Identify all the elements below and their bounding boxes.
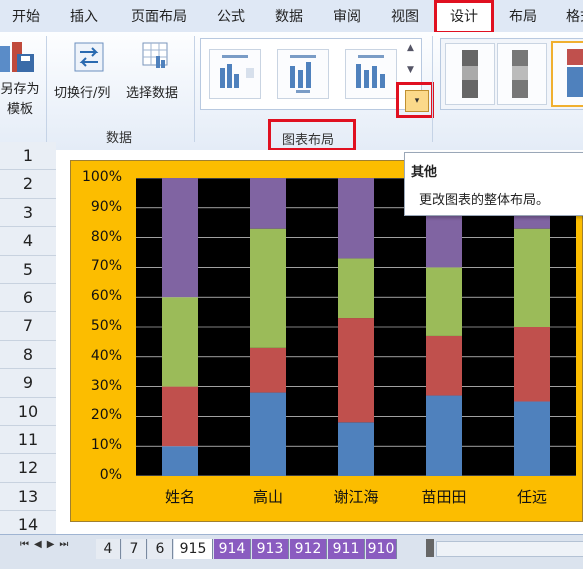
sheet-tab[interactable]: 912	[290, 539, 327, 559]
y-tick-label: 10%	[90, 437, 122, 454]
bar-segment[interactable]	[338, 422, 374, 476]
sheet-tab[interactable]: 913	[252, 539, 289, 559]
ribbon: 另存为 模板 切换行/列 选择数据 数据 ▲ ▼ ▾ 图表布局	[0, 32, 583, 151]
tab-page-layout[interactable]: 页面布局	[124, 0, 194, 32]
row-header[interactable]: 5	[0, 255, 56, 284]
y-tick-label: 50%	[90, 318, 122, 334]
row-header[interactable]: 11	[0, 426, 56, 455]
select-data-button[interactable]: 选择数据	[126, 82, 178, 101]
bar-segment[interactable]	[426, 267, 462, 336]
tab-review[interactable]: 审阅	[326, 0, 368, 32]
tab-view[interactable]: 视图	[384, 0, 426, 32]
chart-layout-1-thumbnail[interactable]	[209, 49, 261, 99]
tooltip-body: 更改图表的整体布局。	[419, 193, 550, 208]
y-tick-label: 60%	[90, 288, 122, 305]
plot-area[interactable]	[136, 177, 576, 477]
sheet-tab[interactable]: 915	[174, 539, 213, 559]
tab-format[interactable]: 格式	[560, 0, 583, 32]
bar-segment[interactable]	[162, 297, 198, 387]
y-tick-label: 80%	[90, 228, 122, 245]
sheet-tab[interactable]: 910	[366, 539, 397, 559]
switch-row-column-button[interactable]: 切换行/列	[54, 82, 110, 101]
y-tick-label: 30%	[90, 377, 122, 394]
row-header[interactable]: 3	[0, 198, 56, 228]
tab-formulas[interactable]: 公式	[210, 0, 252, 32]
gallery-scroll-up-icon[interactable]: ▲	[407, 43, 414, 53]
separator	[194, 36, 195, 142]
tab-design[interactable]: 设计	[434, 0, 494, 34]
bar-segment[interactable]	[338, 178, 374, 259]
row-header[interactable]: 8	[0, 340, 56, 370]
row-header[interactable]: 7	[0, 312, 56, 341]
x-category-label: 姓名	[164, 488, 195, 506]
bar-segment[interactable]	[250, 228, 286, 348]
data-group-label: 数据	[106, 131, 133, 146]
bar-segment[interactable]	[514, 401, 550, 477]
bar-segment[interactable]	[514, 327, 550, 402]
y-tick-label: 100%	[81, 169, 122, 185]
bar-segment[interactable]	[426, 395, 462, 476]
chart-style-3-thumbnail[interactable]	[551, 41, 583, 107]
horizontal-scrollbar[interactable]	[436, 541, 583, 557]
sheet-tab[interactable]: 911	[328, 539, 365, 559]
row-header[interactable]: 10	[0, 397, 56, 426]
bar-segment[interactable]	[514, 228, 550, 327]
tab-data[interactable]: 数据	[268, 0, 310, 32]
tooltip-title: 其他	[411, 165, 438, 180]
tab-insert[interactable]: 插入	[64, 0, 104, 32]
y-tick-label: 90%	[90, 198, 122, 215]
row-header[interactable]: 13	[0, 482, 56, 512]
chart-style-gallery	[440, 38, 583, 110]
chart-layout-3-thumbnail[interactable]	[345, 49, 397, 99]
row-header[interactable]: 2	[0, 170, 56, 199]
row-header[interactable]: 4	[0, 227, 56, 256]
bar-segment[interactable]	[250, 178, 286, 229]
y-tick-label: 40%	[90, 347, 122, 364]
save-template-icon	[0, 42, 34, 72]
gallery-scroll-down-icon[interactable]: ▼	[407, 65, 414, 75]
sheet-tab[interactable]: 7	[122, 539, 147, 559]
x-category-label: 苗田田	[421, 488, 467, 506]
separator	[432, 36, 433, 142]
separator	[46, 36, 47, 142]
bar-segment[interactable]	[250, 347, 286, 393]
chart-layout-gallery: ▲ ▼	[200, 38, 422, 110]
chart-style-1-thumbnail[interactable]	[445, 43, 495, 105]
select-data-icon	[142, 42, 168, 68]
tab-home[interactable]: 开始	[6, 0, 46, 32]
chart-layout-2-thumbnail[interactable]	[277, 49, 329, 99]
stacked-bar-chart	[136, 177, 576, 477]
more-layouts-highlight	[396, 82, 434, 118]
chart-layouts-highlight	[268, 119, 356, 151]
x-category-label: 高山	[252, 488, 283, 506]
x-category-label: 谢江海	[333, 488, 379, 506]
y-tick-label: 20%	[90, 407, 122, 424]
row-header[interactable]: 12	[0, 454, 56, 483]
bar-segment[interactable]	[162, 446, 198, 476]
tab-layout[interactable]: 布局	[502, 0, 544, 32]
bar-segment[interactable]	[338, 318, 374, 423]
bar-segment[interactable]	[162, 178, 198, 298]
row-header[interactable]: 1	[0, 142, 56, 171]
sheet-navigation-arrows-icon[interactable]: ⏮◀▶⏭	[20, 539, 73, 550]
bar-segment[interactable]	[426, 335, 462, 396]
save-as-template-button[interactable]: 另存为 模板	[0, 80, 40, 120]
sheet-tab[interactable]: 4	[96, 539, 121, 559]
y-tick-label: 0%	[99, 467, 122, 483]
row-header[interactable]: 9	[0, 369, 56, 398]
bar-segment[interactable]	[162, 386, 198, 447]
switch-row-column-icon	[74, 42, 104, 72]
bar-segment[interactable]	[250, 392, 286, 476]
y-tick-label: 70%	[90, 258, 122, 275]
sheet-tab-bar: ⏮◀▶⏭ 4 7 6 915 914 913 912 911 910	[0, 534, 583, 569]
chart-style-2-thumbnail[interactable]	[497, 43, 547, 105]
row-header[interactable]: 6	[0, 284, 56, 313]
x-category-label: 任远	[516, 488, 547, 506]
tab-split-handle[interactable]	[426, 539, 434, 557]
tooltip: 其他 更改图表的整体布局。	[404, 152, 583, 216]
ribbon-tab-bar: 开始 插入 页面布局 公式 数据 审阅 视图 设计 布局 格式	[0, 0, 583, 34]
sheet-tab[interactable]: 914	[214, 539, 251, 559]
sheet-tab[interactable]: 6	[148, 539, 173, 559]
bar-segment[interactable]	[338, 258, 374, 319]
